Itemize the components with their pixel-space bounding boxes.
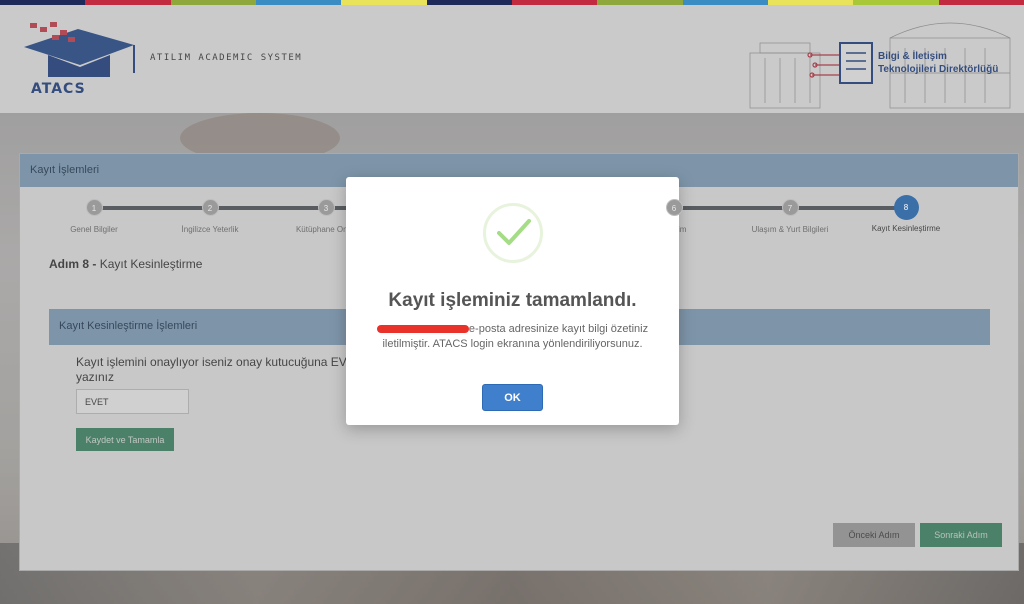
stripe-segment (682, 0, 768, 5)
top-color-stripe (0, 0, 1024, 5)
stripe-segment (255, 0, 342, 5)
stripe-segment (853, 0, 939, 5)
stripe-segment (426, 0, 512, 5)
stripe-segment (85, 0, 171, 5)
dialog-title: Kayıt işleminiz tamamlandı. (388, 290, 637, 311)
dialog-message: e-posta adresinize kayıt bilgi özetiniz … (372, 322, 653, 352)
stripe-segment (597, 0, 683, 5)
stripe-segment (938, 0, 1024, 5)
ok-button[interactable]: OK (482, 384, 543, 411)
stripe-segment (170, 0, 256, 5)
stripe-segment (341, 0, 427, 5)
success-dialog: Kayıt işleminiz tamamlandı. e-posta adre… (346, 177, 679, 425)
checkmark-icon (497, 219, 531, 245)
stripe-segment (0, 0, 86, 5)
stripe-segment (767, 0, 854, 5)
stripe-segment (511, 0, 598, 5)
redacted-email (376, 325, 469, 334)
success-icon-ring (483, 203, 543, 263)
